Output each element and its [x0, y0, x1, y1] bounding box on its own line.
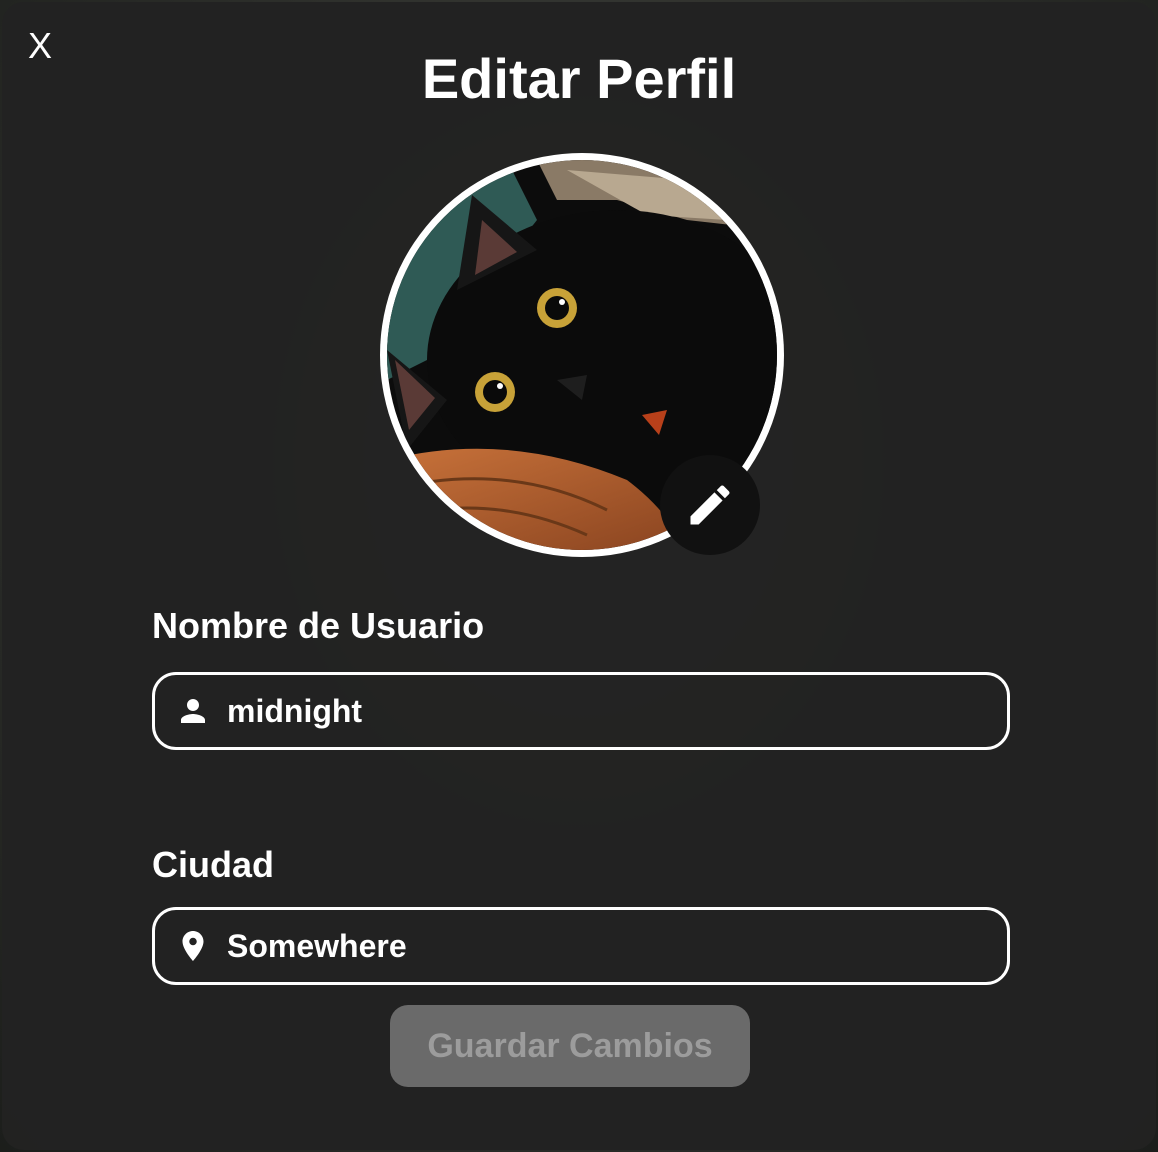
edit-profile-dialog: X Editar Perfil Nombre de Usuario midnig…: [2, 2, 1156, 1150]
city-input[interactable]: [227, 910, 987, 982]
city-label: Ciudad: [152, 844, 274, 885]
dialog-title: Editar Perfil: [421, 47, 737, 110]
edit-avatar-button[interactable]: [660, 455, 760, 555]
city-field[interactable]: [152, 907, 1010, 985]
person-icon: [181, 699, 205, 723]
pencil-icon: [690, 485, 730, 525]
username-input[interactable]: [227, 675, 987, 747]
location-pin-icon: [182, 931, 204, 961]
save-changes-button[interactable]: Guardar Cambios: [390, 1005, 750, 1087]
username-label: Nombre de Usuario: [152, 605, 485, 646]
username-field[interactable]: [152, 672, 1010, 750]
